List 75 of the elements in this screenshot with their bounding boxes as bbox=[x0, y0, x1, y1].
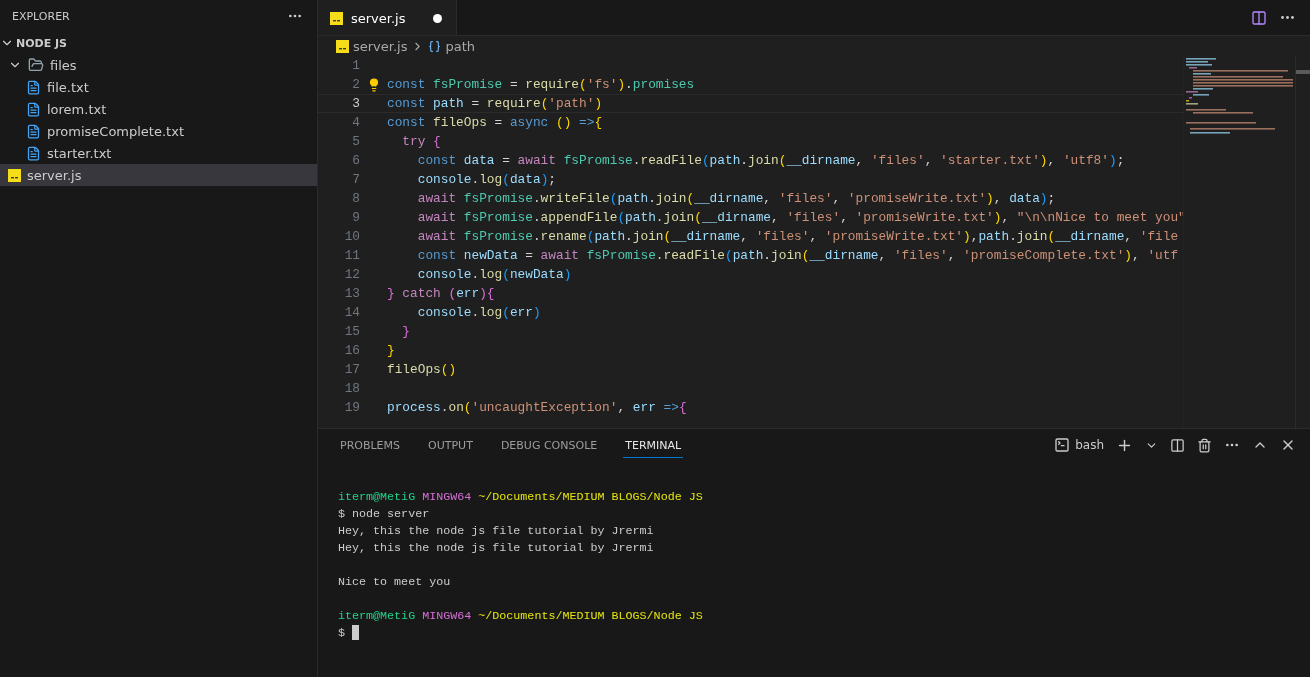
file-tree-item[interactable]: lorem.txt bbox=[0, 98, 317, 120]
code-line: const data = await fsPromise.readFile(path.join(__dirname, 'files', 'starter.txt'), 'utf8'); bbox=[416, 153, 1125, 168]
javascript-file-icon bbox=[330, 11, 343, 25]
line-number: 1 bbox=[351, 58, 360, 73]
line-number: 15 bbox=[343, 324, 360, 339]
file-tree-item[interactable]: server.js bbox=[0, 164, 317, 186]
file-tree-item[interactable]: starter.txt bbox=[0, 142, 317, 164]
code-line: await fsPromise.rename(path.join(__dirname, 'files', 'promiseWrite.txt'),path.join(__dirname, 'file bbox=[416, 229, 1179, 244]
file-tree-item[interactable]: promiseComplete.txt bbox=[0, 120, 317, 142]
more-actions-button[interactable] bbox=[1279, 14, 1296, 21]
editor-tab[interactable]: server.js bbox=[318, 0, 457, 35]
line-number: 13 bbox=[343, 286, 360, 301]
terminal-output: Hey, this the node js file tutorial by Jrermi bbox=[338, 523, 654, 538]
line-number: 5 bbox=[351, 134, 360, 149]
terminal-output: Nice to meet you bbox=[338, 574, 451, 589]
line-number: 6 bbox=[351, 153, 360, 168]
breadcrumb-item[interactable]: path bbox=[445, 38, 476, 54]
code-line: } bbox=[387, 343, 395, 358]
split-icon bbox=[1251, 9, 1267, 26]
panel-tab[interactable]: PROBLEMS bbox=[338, 432, 403, 458]
terminal-prompt: iterm@MetiG MINGW64 ~/Documents/MEDIUM BLOGS/Node JS bbox=[338, 489, 703, 504]
terminal-shell-button[interactable]: bash bbox=[1052, 435, 1106, 455]
line-number: 14 bbox=[343, 305, 360, 320]
file-tree-item[interactable]: files bbox=[0, 54, 317, 76]
line-number: 8 bbox=[351, 191, 360, 206]
trash-icon bbox=[1197, 437, 1212, 453]
file-tree-item[interactable]: file.txt bbox=[0, 76, 317, 98]
javascript-file-icon bbox=[8, 168, 21, 182]
terminal-cursor bbox=[352, 625, 359, 640]
line-number: 18 bbox=[343, 381, 360, 396]
code-line: console.log(err) bbox=[416, 305, 541, 320]
terminal-output: $ bbox=[338, 625, 345, 640]
terminal-icon bbox=[1054, 437, 1071, 453]
terminal-output: $ node server bbox=[338, 506, 430, 521]
code-line: const fileOps = async () =>{ bbox=[387, 115, 603, 130]
variable-icon bbox=[428, 39, 442, 53]
scrollbar[interactable] bbox=[1295, 56, 1310, 428]
code-line: const path = require('path') bbox=[387, 96, 603, 111]
text-file-icon bbox=[26, 123, 41, 139]
panel-tab[interactable]: OUTPUT bbox=[426, 432, 475, 458]
breadcrumb-item[interactable]: server.js bbox=[353, 38, 408, 54]
code-line: fileOps() bbox=[387, 362, 457, 377]
folder-section-header[interactable]: NODE JS bbox=[0, 32, 317, 54]
code-line: try { bbox=[401, 134, 441, 149]
line-number: 3 bbox=[351, 96, 360, 111]
folder-icon bbox=[28, 57, 44, 73]
line-number: 12 bbox=[343, 267, 360, 282]
terminal-output: Hey, this the node js file tutorial by Jrermi bbox=[338, 540, 654, 555]
panel-tab[interactable]: TERMINAL bbox=[623, 432, 684, 458]
line-number: 2 bbox=[351, 77, 360, 92]
panel-tab[interactable]: DEBUG CONSOLE bbox=[498, 432, 600, 458]
code-line: await fsPromise.writeFile(path.join(__dirname, 'files', 'promiseWrite.txt'), data); bbox=[416, 191, 1056, 206]
code-line: console.log(newData) bbox=[416, 267, 572, 282]
line-number: 16 bbox=[343, 343, 360, 358]
text-file-icon bbox=[26, 79, 41, 95]
javascript-file-icon bbox=[336, 39, 349, 53]
code-line: const newData = await fsPromise.readFile(path.join(__dirname, 'files', 'promiseComplete.txt'), 'utf bbox=[416, 248, 1179, 263]
line-number: 4 bbox=[351, 115, 360, 130]
line-number: 7 bbox=[351, 172, 360, 187]
code-line: } catch (err){ bbox=[387, 286, 495, 301]
code-line: const fsPromise = require('fs').promises bbox=[387, 77, 695, 92]
terminal-prompt: iterm@MetiG MINGW64 ~/Documents/MEDIUM BLOGS/Node JS bbox=[338, 608, 703, 623]
ellipsis-icon bbox=[1281, 16, 1294, 19]
text-file-icon bbox=[26, 101, 41, 117]
line-number: 19 bbox=[343, 400, 360, 415]
code-line: } bbox=[401, 324, 411, 339]
code-line: console.log(data); bbox=[416, 172, 556, 187]
line-number: 17 bbox=[343, 362, 360, 377]
code-line: process.on('uncaughtException', err =>{ bbox=[387, 400, 687, 415]
text-file-icon bbox=[26, 145, 41, 161]
line-number: 9 bbox=[351, 210, 360, 225]
line-number: 10 bbox=[343, 229, 360, 244]
explorer-title: EXPLORER bbox=[12, 9, 70, 23]
split-icon bbox=[1170, 437, 1185, 453]
line-number: 11 bbox=[343, 248, 360, 263]
